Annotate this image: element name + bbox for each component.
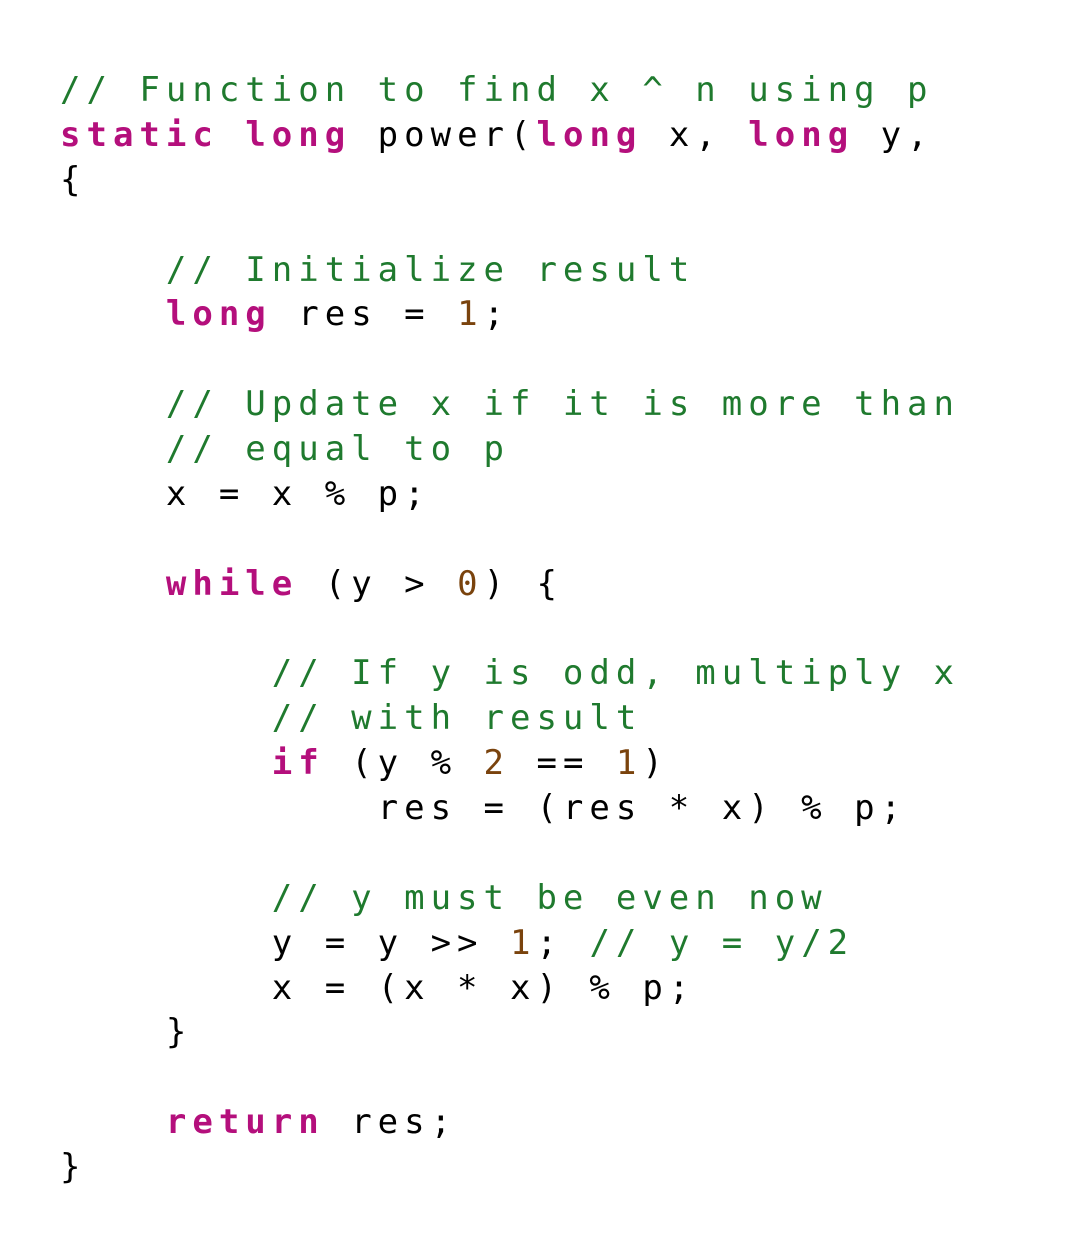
code-token: [60, 698, 272, 738]
code-block: // Function to find x ^ n using p static…: [60, 68, 1060, 1190]
code-token: [60, 653, 272, 693]
code-token: long: [245, 115, 351, 155]
code-token: 2: [484, 743, 510, 783]
code-token: [60, 564, 166, 604]
code-token: long: [537, 115, 643, 155]
code-token: 1: [510, 923, 536, 963]
code-token: [60, 250, 166, 290]
code-token: [60, 743, 272, 783]
code-token: [60, 878, 272, 918]
code-token: [60, 429, 166, 469]
code-token: res =: [272, 294, 457, 334]
code-snippet: // Function to find x ^ n using p static…: [0, 0, 1080, 1252]
code-token: // equal to p: [166, 429, 510, 469]
code-token: [60, 1102, 166, 1142]
code-token: res = (res * x) % p;: [60, 788, 907, 828]
code-token: y,: [854, 115, 960, 155]
code-token: while: [166, 564, 298, 604]
code-token: // y must be even now: [272, 878, 828, 918]
code-token: y = y >>: [60, 923, 510, 963]
code-token: [60, 384, 166, 424]
code-token: long: [166, 294, 272, 334]
code-token: 1: [457, 294, 483, 334]
code-token: // with result: [272, 698, 643, 738]
code-token: x = (x * x) % p;: [60, 968, 695, 1008]
code-token: x = x % p;: [60, 474, 431, 514]
code-token: long: [748, 115, 854, 155]
code-token: // y = y/2: [589, 923, 854, 963]
code-token: }: [60, 1012, 192, 1052]
code-token: 0: [457, 564, 483, 604]
code-token: // Update x if it is more than: [166, 384, 960, 424]
code-token: (y >: [298, 564, 457, 604]
code-token: [219, 115, 245, 155]
code-token: ): [642, 743, 668, 783]
code-token: ;: [484, 294, 510, 334]
code-token: }: [60, 1147, 86, 1187]
code-token: // If y is odd, multiply x: [272, 653, 960, 693]
code-token: ==: [510, 743, 616, 783]
code-token: if: [272, 743, 325, 783]
code-token: x,: [642, 115, 748, 155]
code-token: res;: [325, 1102, 457, 1142]
code-token: // Function to find x ^ n using p: [60, 70, 934, 110]
code-token: 1: [616, 743, 642, 783]
code-token: [60, 294, 166, 334]
code-token: {: [60, 160, 86, 200]
code-token: // Initialize result: [166, 250, 695, 290]
code-token: static: [60, 115, 219, 155]
code-token: (y %: [325, 743, 484, 783]
code-token: power(: [351, 115, 536, 155]
code-token: ) {: [484, 564, 563, 604]
code-token: return: [166, 1102, 325, 1142]
code-token: ;: [536, 923, 589, 963]
